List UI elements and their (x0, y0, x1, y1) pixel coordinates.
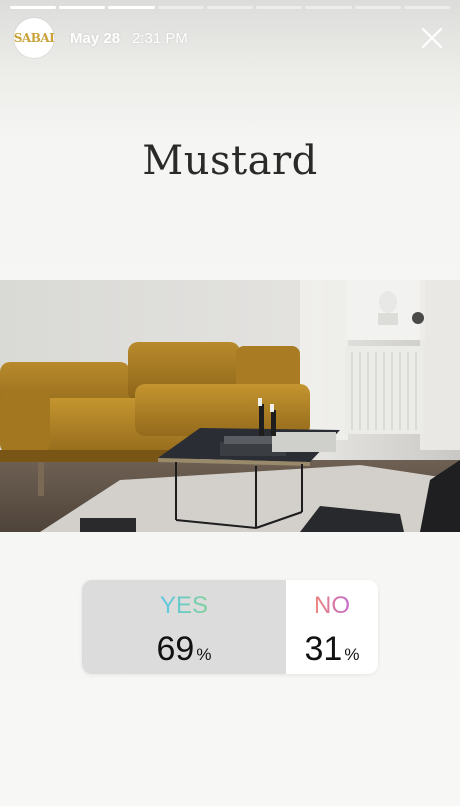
percent-sign: % (196, 645, 212, 664)
post-time: 2:31 PM (132, 29, 188, 47)
progress-segment (108, 6, 155, 9)
poll-no-percent: 31% (305, 630, 360, 669)
story-header: SABAI May 28 2:31 PM (14, 18, 446, 58)
story-title: Mustard (142, 138, 318, 184)
progress-segment (10, 6, 57, 9)
progress-segment (403, 6, 450, 9)
progress-segment (206, 6, 254, 9)
poll-option-yes[interactable]: YES 69% (82, 580, 286, 674)
close-button[interactable] (420, 26, 444, 50)
sofa-photo (0, 280, 460, 532)
poll-no-label: NO (314, 592, 350, 619)
poll-yes-label: YES (159, 592, 209, 619)
progress-segment (157, 6, 204, 9)
post-date: May 28 (70, 29, 121, 47)
progress-segment (354, 6, 401, 9)
poll-option-no[interactable]: NO 31% (286, 580, 378, 674)
poll-no-number: 31 (304, 630, 343, 668)
progress-segment (256, 6, 303, 9)
story-progress-bar (10, 6, 450, 9)
close-icon (421, 27, 443, 49)
story-view[interactable]: SABAI May 28 2:31 PM Mustard YES 69 % NO… (0, 0, 460, 806)
progress-segment (305, 6, 352, 9)
avatar[interactable]: SABAI (13, 18, 55, 58)
progress-segment (59, 6, 106, 9)
poll-yes-percent: 69% (157, 630, 212, 669)
poll-sticker: YES 69% NO 31% (82, 580, 378, 674)
poll-yes-number: 69 (156, 630, 195, 668)
avatar-logo-text: SABAI (13, 31, 55, 45)
percent-sign: % (344, 645, 360, 664)
